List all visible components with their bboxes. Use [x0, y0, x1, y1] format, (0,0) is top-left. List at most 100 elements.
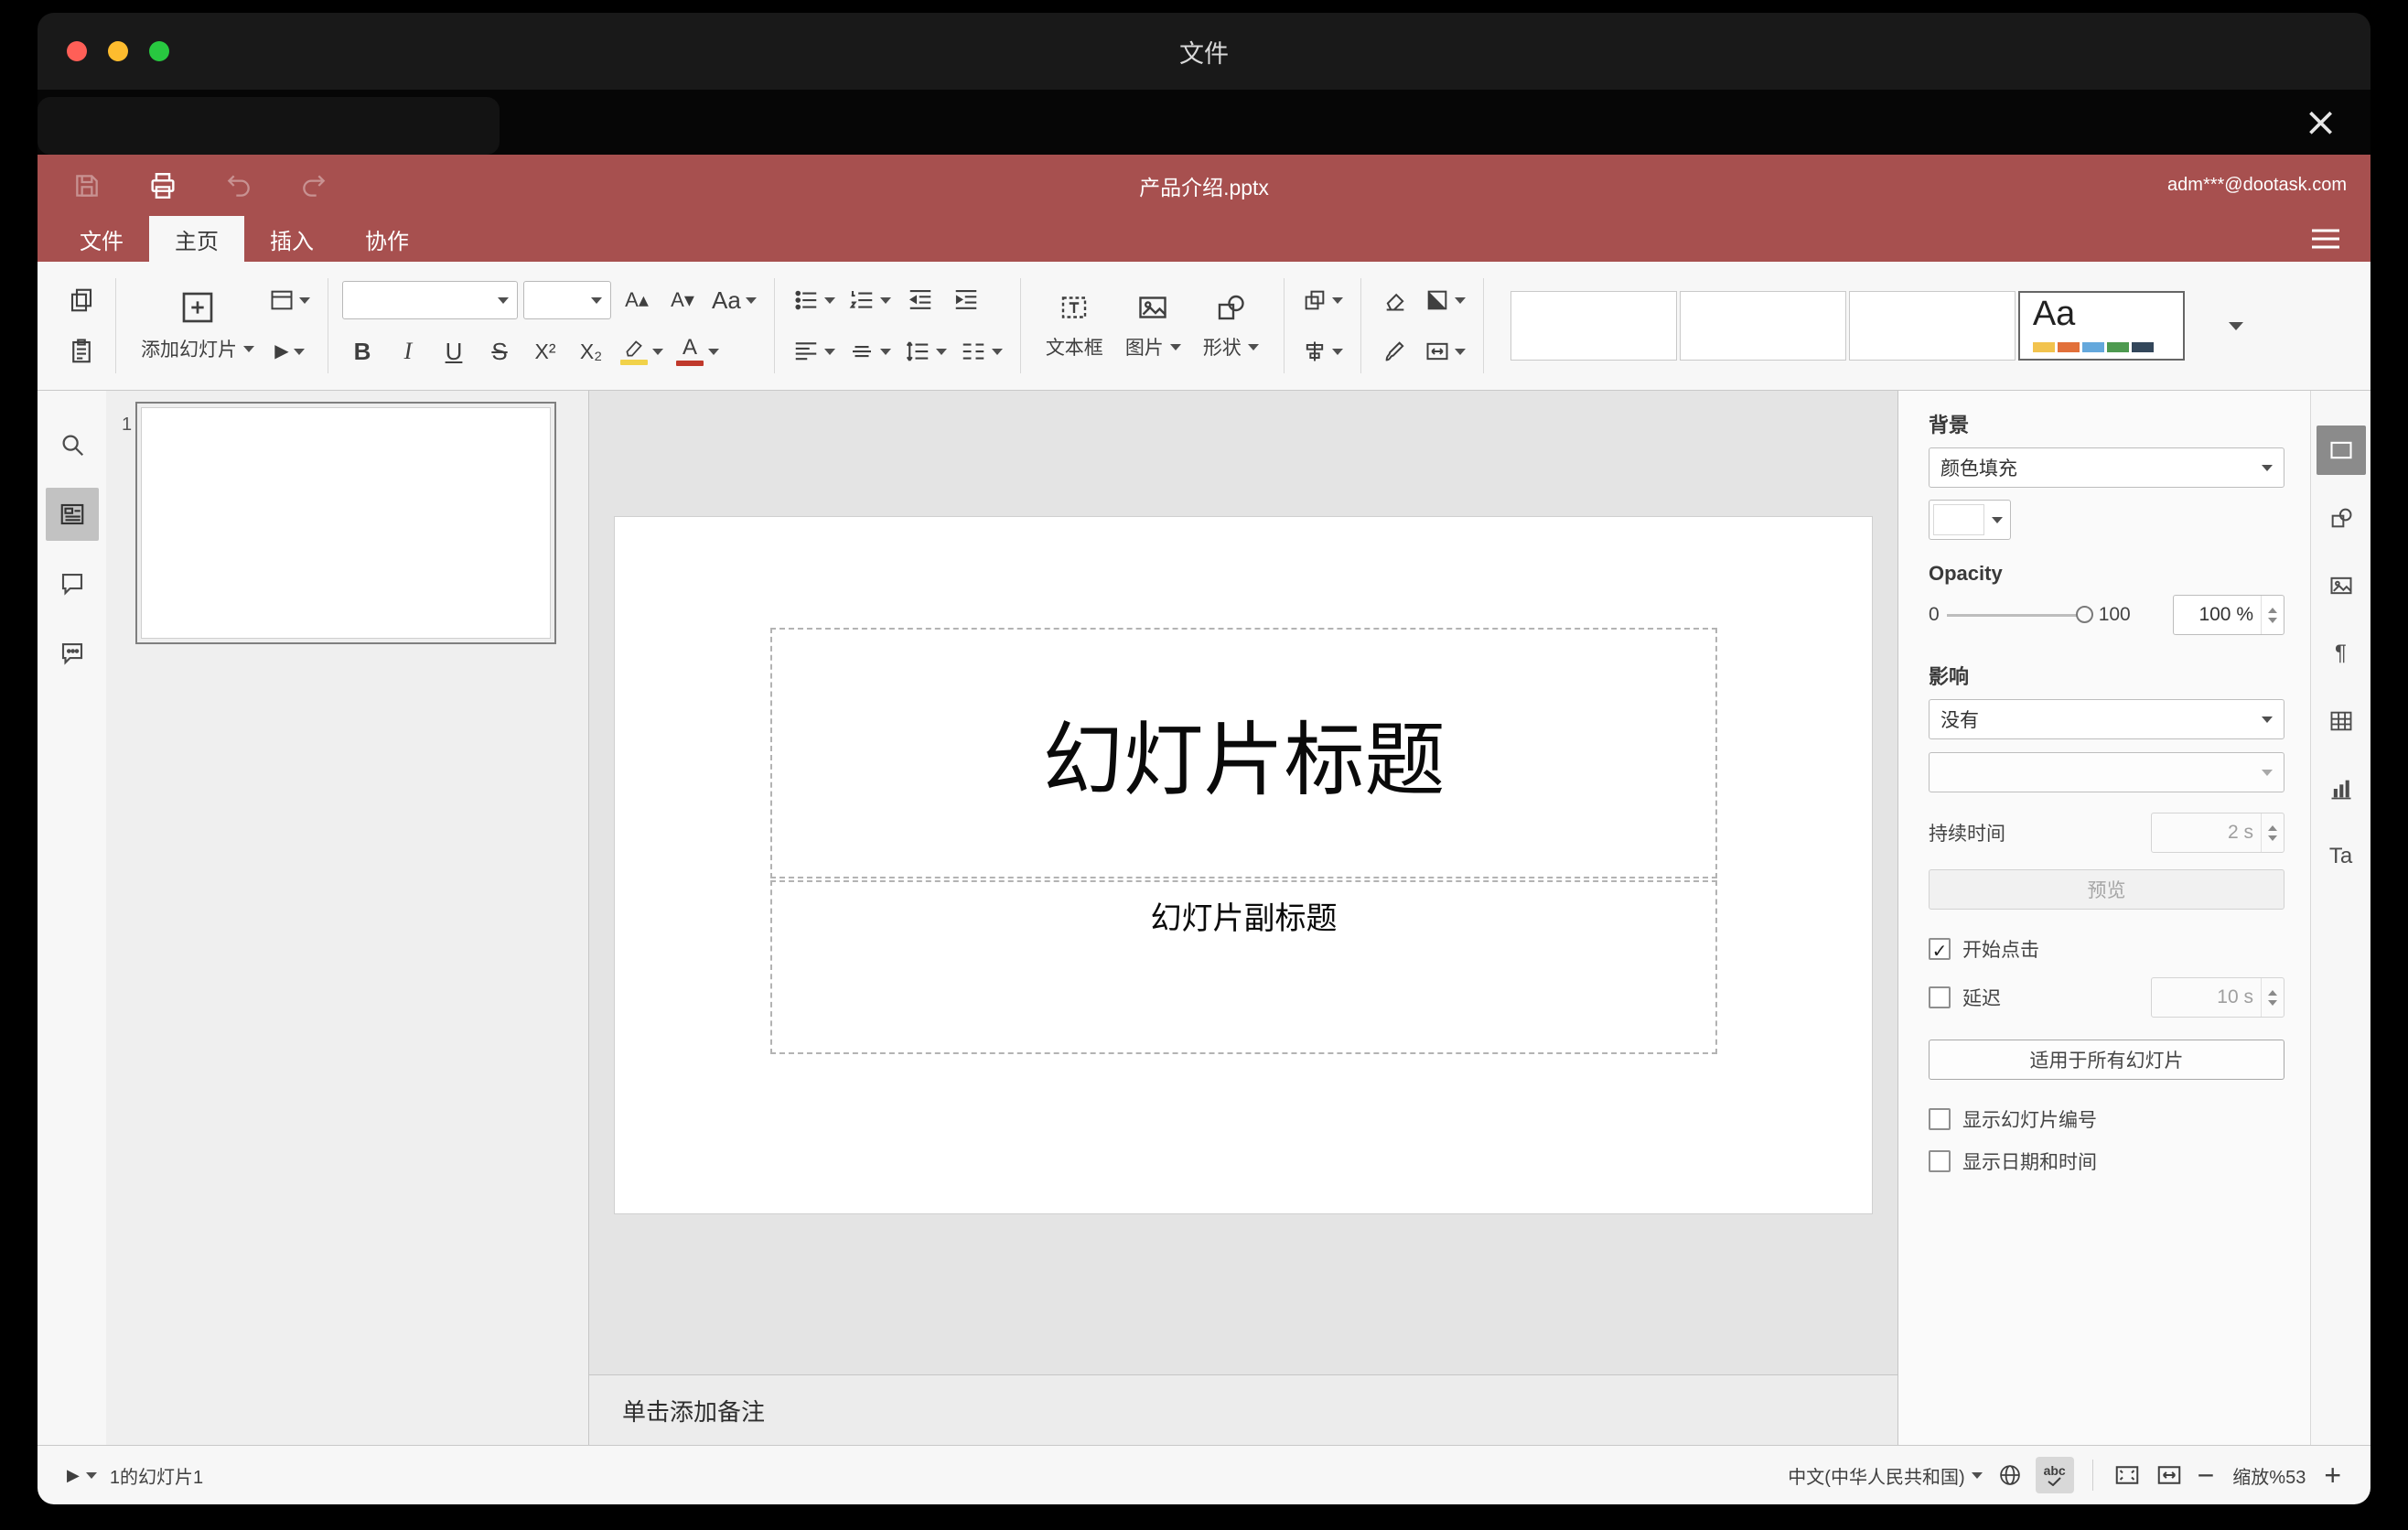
- insert-image-button[interactable]: 图片: [1114, 277, 1192, 374]
- paragraph-settings-button[interactable]: ¶: [2317, 629, 2366, 678]
- bold-button[interactable]: B: [342, 331, 382, 372]
- insert-textbox-button[interactable]: 文本框: [1035, 277, 1114, 374]
- background-fill-select[interactable]: 颜色填充: [1929, 447, 2284, 488]
- copy-style-button[interactable]: [1375, 331, 1415, 372]
- tab-home[interactable]: 主页: [149, 216, 244, 262]
- font-name-combo[interactable]: [342, 281, 518, 319]
- increase-indent-button[interactable]: [946, 280, 986, 320]
- line-spacing-button[interactable]: [900, 331, 951, 372]
- increase-font-button[interactable]: A▴: [617, 280, 657, 320]
- effect-select[interactable]: 没有: [1929, 699, 2284, 739]
- spin-up-icon[interactable]: [2268, 989, 2277, 996]
- theme-thumbnail-selected[interactable]: Aa: [2017, 291, 2185, 361]
- change-case-button[interactable]: Aa: [708, 280, 760, 320]
- redo-button[interactable]: [299, 171, 328, 200]
- background-color-picker[interactable]: [1929, 500, 2011, 540]
- theme-gallery-expand-button[interactable]: [2218, 298, 2254, 353]
- theme-thumbnail[interactable]: [1510, 291, 1677, 361]
- slide-title-placeholder[interactable]: 幻灯片标题: [770, 628, 1717, 878]
- image-settings-button[interactable]: [2317, 561, 2366, 610]
- delay-input[interactable]: 10 s: [2151, 977, 2284, 1018]
- undo-button[interactable]: [224, 171, 253, 200]
- chart-settings-button[interactable]: [2317, 764, 2366, 813]
- spin-down-icon[interactable]: [2268, 617, 2277, 623]
- close-window-light[interactable]: [67, 41, 87, 61]
- language-selector[interactable]: 中文(中华人民共和国): [1786, 1462, 1983, 1489]
- underline-button[interactable]: U: [434, 331, 474, 372]
- paste-button[interactable]: [61, 331, 102, 372]
- zoom-out-button[interactable]: −: [2196, 1460, 2217, 1490]
- slide-canvas[interactable]: 幻灯片标题 幻灯片副标题: [614, 516, 1873, 1214]
- minimize-window-light[interactable]: [108, 41, 128, 61]
- spin-down-icon[interactable]: [2268, 835, 2277, 841]
- subscript-button[interactable]: X₂: [571, 331, 611, 372]
- italic-button[interactable]: I: [388, 331, 428, 372]
- spin-up-icon[interactable]: [2268, 824, 2277, 831]
- opacity-slider[interactable]: [1946, 606, 2093, 624]
- spin-down-icon[interactable]: [2268, 999, 2277, 1006]
- table-settings-button[interactable]: [2317, 696, 2366, 746]
- columns-button[interactable]: [956, 331, 1006, 372]
- save-button[interactable]: [72, 171, 102, 200]
- document-language-button[interactable]: [1995, 1462, 2025, 1488]
- duration-input[interactable]: 2 s: [2151, 813, 2284, 853]
- slide-settings-button[interactable]: [2316, 426, 2366, 475]
- tab-collaboration[interactable]: 协作: [339, 216, 435, 262]
- arrange-shape-button[interactable]: [1298, 280, 1347, 320]
- spinner-arrows[interactable]: [2261, 596, 2284, 634]
- add-slide-button[interactable]: 添加幻灯片: [130, 277, 265, 374]
- delay-checkbox[interactable]: [1929, 986, 1951, 1008]
- chat-panel-button[interactable]: [46, 627, 99, 680]
- slide-layout-button[interactable]: [265, 280, 314, 320]
- search-panel-button[interactable]: [46, 418, 99, 471]
- comments-panel-button[interactable]: [46, 557, 99, 610]
- theme-thumbnail[interactable]: [1848, 291, 2016, 361]
- textart-settings-button[interactable]: Ta: [2317, 832, 2366, 881]
- fit-slide-button[interactable]: [2112, 1461, 2143, 1489]
- effect-variant-select[interactable]: [1929, 752, 2284, 792]
- show-slide-number-checkbox[interactable]: [1929, 1108, 1951, 1130]
- zoom-window-light[interactable]: [149, 41, 169, 61]
- menu-hamburger-button[interactable]: [2308, 226, 2343, 253]
- fit-width-button[interactable]: [2154, 1461, 2185, 1489]
- spellcheck-toggle[interactable]: abc: [2035, 1457, 2074, 1493]
- superscript-button[interactable]: X²: [525, 331, 565, 372]
- spin-up-icon[interactable]: [2268, 607, 2277, 613]
- insert-shape-button[interactable]: 形状: [1192, 277, 1270, 374]
- font-color-button[interactable]: A: [672, 331, 723, 372]
- clear-style-button[interactable]: [1375, 280, 1415, 320]
- apply-to-all-slides-button[interactable]: 适用于所有幻灯片: [1929, 1040, 2284, 1080]
- horizontal-align-button[interactable]: [789, 331, 839, 372]
- start-slideshow-button[interactable]: ▶: [265, 331, 314, 372]
- slider-knob[interactable]: [2075, 606, 2093, 623]
- show-datetime-checkbox[interactable]: [1929, 1150, 1951, 1172]
- notes-placeholder-text: 单击添加备注: [622, 1397, 766, 1426]
- align-shape-button[interactable]: [1298, 331, 1347, 372]
- slide-thumbnail-selected[interactable]: [135, 402, 556, 644]
- slide-subtitle-placeholder[interactable]: 幻灯片副标题: [770, 880, 1717, 1054]
- zoom-in-button[interactable]: +: [2322, 1460, 2343, 1490]
- start-on-click-checkbox[interactable]: ✓: [1929, 938, 1951, 962]
- notes-area[interactable]: 单击添加备注: [589, 1374, 1897, 1445]
- shape-settings-button[interactable]: [2317, 493, 2366, 543]
- font-size-combo[interactable]: [523, 281, 611, 319]
- start-slideshow-status-button[interactable]: ▶: [65, 1466, 99, 1485]
- tab-file[interactable]: 文件: [54, 216, 149, 262]
- vertical-align-button[interactable]: [844, 331, 895, 372]
- slides-panel-button[interactable]: [45, 488, 99, 541]
- decrease-font-button[interactable]: A▾: [662, 280, 703, 320]
- strikethrough-button[interactable]: S: [479, 331, 520, 372]
- slide-size-button[interactable]: [1421, 331, 1469, 372]
- copy-button[interactable]: [61, 280, 102, 320]
- theme-thumbnail[interactable]: [1679, 291, 1846, 361]
- close-editor-button[interactable]: ×: [2298, 102, 2343, 143]
- bullets-button[interactable]: [789, 280, 839, 320]
- opacity-value-spinner[interactable]: 100 %: [2173, 595, 2284, 635]
- tab-insert[interactable]: 插入: [244, 216, 339, 262]
- print-button[interactable]: [147, 170, 178, 201]
- highlight-color-button[interactable]: [617, 331, 667, 372]
- decrease-indent-button[interactable]: [900, 280, 941, 320]
- numbering-button[interactable]: [844, 280, 895, 320]
- shape-fill-button[interactable]: [1421, 280, 1469, 320]
- preview-button[interactable]: 预览: [1929, 869, 2284, 910]
